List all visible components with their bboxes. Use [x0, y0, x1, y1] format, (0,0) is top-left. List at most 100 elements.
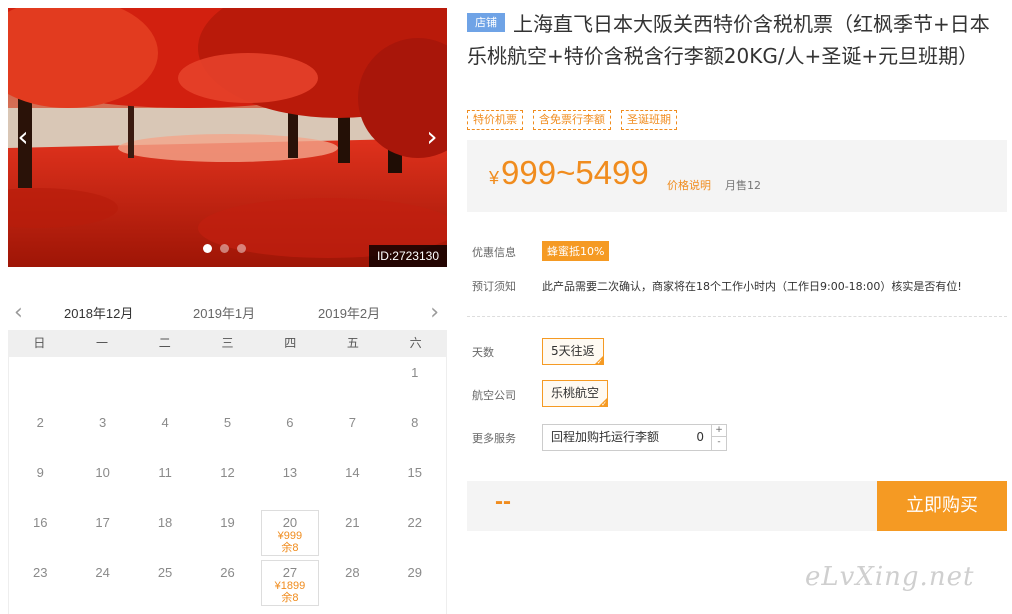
- calendar-day: 22: [384, 507, 446, 557]
- notice-label: 预订须知: [472, 280, 516, 293]
- day-stock: 余8: [281, 542, 299, 554]
- calendar-day: 13: [259, 457, 321, 507]
- calendar-day: 6: [259, 407, 321, 457]
- day-number: 24: [95, 565, 110, 580]
- calendar-day: 15: [384, 457, 446, 507]
- airline-label: 航空公司: [472, 389, 516, 402]
- weekday-label: 日: [33, 336, 46, 350]
- calendar-grid: 1 2 3 4 5 6 7 8 9 10 11 12 13 14 15 16 17 18 19 20 ¥999 余8 21 2…: [8, 357, 447, 614]
- calendar-day: 1: [384, 357, 446, 407]
- day-number: 19: [220, 515, 235, 530]
- gallery-image: [8, 8, 447, 267]
- airline-option-label: 乐桃航空: [551, 386, 600, 400]
- calendar-prev-arrow[interactable]: ‹: [14, 300, 23, 325]
- days-option-5-day-round-trip[interactable]: 5天往返 ✓: [542, 338, 604, 366]
- day-number: 8: [411, 415, 419, 430]
- day-number: 27: [282, 565, 298, 580]
- currency-symbol: ¥: [489, 168, 500, 188]
- day-number: 28: [345, 565, 360, 580]
- calendar-day: 11: [134, 457, 196, 507]
- day-number: 6: [286, 415, 294, 430]
- product-tag: 特价机票: [467, 110, 523, 130]
- calendar-day: 8: [384, 407, 446, 457]
- month-tab-feb-2019[interactable]: 2019年2月: [318, 303, 380, 322]
- gallery-dot[interactable]: [203, 244, 212, 253]
- product-tag: 圣诞班期: [621, 110, 677, 130]
- calendar-day: [9, 357, 71, 407]
- gallery-next-arrow[interactable]: ›: [421, 120, 443, 154]
- quantity-stepper: + -: [711, 425, 726, 450]
- calendar-next-arrow[interactable]: ›: [430, 300, 439, 325]
- gallery-prev-arrow[interactable]: ‹: [12, 120, 34, 154]
- day-number: 20: [282, 515, 298, 530]
- total-price: --: [495, 488, 511, 515]
- site-watermark: eLvXing.net: [805, 562, 975, 592]
- check-icon: ✓: [596, 358, 603, 366]
- weekday-label: 四: [284, 336, 297, 350]
- day-number: 13: [282, 465, 298, 480]
- calendar-day: 25: [134, 557, 196, 607]
- minus-button[interactable]: -: [712, 437, 726, 449]
- calendar-day: 28: [321, 557, 383, 607]
- promo-label: 优惠信息: [472, 246, 516, 259]
- gallery-dot[interactable]: [237, 244, 246, 253]
- day-number: 15: [407, 465, 422, 480]
- calendar-day: 10: [71, 457, 133, 507]
- calendar-day: 18: [134, 507, 196, 557]
- photo-gallery: ‹ › ID:2723130: [8, 8, 447, 267]
- day-number: 17: [95, 515, 110, 530]
- day-number: 5: [223, 415, 232, 430]
- day-number: 14: [345, 465, 360, 480]
- purchase-bar: -- 立即购买: [467, 481, 1007, 531]
- month-tab-jan-2019[interactable]: 2019年1月: [193, 303, 255, 322]
- calendar-day: [321, 357, 383, 407]
- day-number: 16: [32, 515, 48, 530]
- day-price: ¥999: [277, 530, 303, 542]
- weekday-label: 六: [409, 336, 422, 350]
- day-number: 25: [157, 565, 173, 580]
- gallery-dots: [203, 244, 246, 253]
- buy-now-button[interactable]: 立即购买: [877, 481, 1007, 531]
- weekday-header: 日 一 二 三 四 五 六: [8, 330, 447, 357]
- day-number: 1: [411, 365, 419, 380]
- calendar-day: 2: [9, 407, 71, 457]
- service-label: 更多服务: [472, 432, 516, 445]
- calendar-day: 4: [134, 407, 196, 457]
- calendar-day-available[interactable]: 27 ¥1899 余8: [260, 560, 320, 606]
- price-note-link[interactable]: 价格说明: [667, 177, 711, 193]
- calendar-day: 19: [196, 507, 258, 557]
- price-range-value: 999~5499: [501, 154, 649, 191]
- day-number: 29: [407, 565, 422, 580]
- day-number: 12: [220, 465, 235, 480]
- promo-badge: 蜂蜜抵10%: [542, 241, 610, 261]
- day-number: 21: [345, 515, 360, 530]
- calendar-day: 14: [321, 457, 383, 507]
- weekday-label: 一: [96, 336, 109, 350]
- product-title: 上海直飞日本大阪关西特价含税机票（红枫季节+日本乐桃航空+特价含税含行李额20K…: [467, 12, 990, 68]
- calendar-day: 29: [384, 557, 446, 607]
- calendar-day: 16: [9, 507, 71, 557]
- extra-baggage-service: 回程加购托运行李额 0 + -: [542, 424, 727, 451]
- calendar-day: 23: [9, 557, 71, 607]
- days-option-label: 5天往返: [551, 344, 595, 358]
- calendar-header: ‹ 2018年12月 2019年1月 2019年2月 ›: [8, 296, 447, 334]
- price-panel: ¥999~5499 价格说明 月售12: [467, 140, 1007, 212]
- airline-option-peach[interactable]: 乐桃航空 ✓: [542, 380, 609, 408]
- image-id-label: ID:2723130: [368, 245, 447, 267]
- gallery-dot[interactable]: [220, 244, 229, 253]
- day-number: 22: [407, 515, 422, 530]
- day-number: 4: [161, 415, 169, 430]
- calendar-day-available[interactable]: 20 ¥999 余8: [260, 510, 320, 556]
- service-quantity[interactable]: 0: [696, 425, 704, 450]
- day-number: 7: [348, 415, 356, 430]
- calendar-day: 21: [321, 507, 383, 557]
- weekday-label: 五: [346, 336, 359, 350]
- plus-button[interactable]: +: [712, 425, 726, 437]
- day-number: 26: [220, 565, 235, 580]
- day-stock: 余8: [281, 592, 299, 604]
- price-range: ¥999~5499: [489, 154, 649, 192]
- day-number: 18: [157, 515, 173, 530]
- product-tag: 含免票行李额: [533, 110, 611, 130]
- product-tags: 特价机票 含免票行李额 圣诞班期: [467, 110, 677, 130]
- calendar-day: 17: [71, 507, 133, 557]
